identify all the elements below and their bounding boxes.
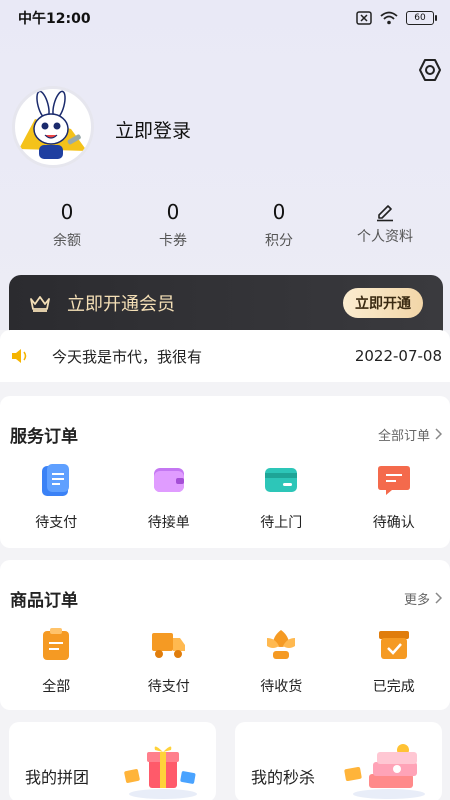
sim-off-icon — [356, 11, 372, 25]
goods-awaiting-receipt[interactable]: 待收货 — [225, 626, 338, 696]
stat-points[interactable]: 0 积分 — [223, 198, 335, 250]
stat-profile[interactable]: 个人资料 — [329, 198, 441, 246]
goods-more-link[interactable]: 更多 — [404, 589, 442, 608]
goods-completed[interactable]: 已完成 — [338, 626, 450, 696]
stat-balance[interactable]: 0 余额 — [11, 198, 123, 250]
battery-icon: 60 — [406, 11, 437, 25]
service-awaiting-visit-label: 待上门 — [260, 515, 303, 531]
points-label: 积分 — [265, 233, 293, 249]
status-icons: 60 — [356, 11, 437, 25]
all-orders-link[interactable]: 全部订单 — [378, 425, 442, 444]
money-stack-icon — [344, 744, 425, 799]
points-value: 0 — [272, 200, 286, 224]
notice-date: 2022-07-08 — [354, 347, 442, 365]
goods-orders-title: 商品订单 — [10, 590, 78, 611]
coupons-label: 卡券 — [159, 233, 187, 249]
service-pending-payment[interactable]: 待支付 — [0, 462, 113, 532]
status-time: 中午12:00 — [18, 11, 91, 27]
status-bar: 中午12:00 60 — [0, 0, 450, 36]
wallet-icon — [153, 468, 184, 492]
wifi-icon — [380, 11, 398, 25]
stat-coupons[interactable]: 0 卡券 — [117, 198, 229, 250]
all-orders-label: 全部订单 — [377, 428, 430, 444]
edit-icon — [377, 205, 393, 222]
service-pending-payment-label: 待支付 — [35, 515, 78, 531]
box-check-icon — [378, 631, 409, 659]
goods-more-label: 更多 — [403, 592, 430, 608]
balance-value: 0 — [60, 200, 74, 224]
speaker-icon — [12, 349, 27, 363]
rabbit-mascot-icon — [19, 90, 87, 159]
flash-sale-title: 我的秒杀 — [251, 768, 316, 787]
service-awaiting-accept-label: 待接单 — [147, 515, 190, 531]
clipboard-icon — [43, 628, 70, 660]
notice-bar[interactable]: 今天我是市代，我很有 2022-07-08 — [0, 330, 450, 382]
goods-pending-payment[interactable]: 待支付 — [113, 626, 226, 696]
account-stats: 0 余额 0 卡券 0 积分 个人资料 — [0, 198, 450, 258]
group-buy-card[interactable]: 我的拼团 — [9, 722, 216, 800]
service-awaiting-visit[interactable]: 待上门 — [225, 462, 338, 532]
profile-label: 个人资料 — [357, 229, 413, 245]
service-awaiting-confirm[interactable]: 待确认 — [338, 462, 450, 532]
flash-sale-card[interactable]: 我的秒杀 — [235, 722, 442, 800]
vip-open-button[interactable]: 立即开通 — [343, 288, 423, 318]
vip-title: 立即开通会员 — [67, 294, 175, 315]
card-icon — [265, 468, 298, 492]
battery-level: 60 — [414, 13, 426, 23]
settings-icon[interactable] — [418, 58, 442, 82]
goods-orders-card: 商品订单 更多 全部 待支付 待收货 已完成 — [0, 560, 450, 710]
service-orders-title: 服务订单 — [10, 426, 78, 447]
service-orders-card: 服务订单 全部订单 待支付 待接单 待上门 待确认 — [0, 396, 450, 548]
crown-icon — [30, 296, 50, 312]
avatar[interactable] — [12, 86, 94, 168]
vip-banner[interactable]: 立即开通会员 立即开通 — [9, 275, 443, 331]
goods-all[interactable]: 全部 — [0, 626, 113, 696]
notice-text: 今天我是市代，我很有 — [52, 347, 203, 366]
chat-icon — [377, 466, 410, 495]
login-link[interactable]: 立即登录 — [115, 116, 191, 143]
goods-all-label: 全部 — [42, 679, 71, 695]
goods-pending-payment-label: 待支付 — [147, 679, 190, 695]
goods-awaiting-receipt-label: 待收货 — [260, 679, 303, 695]
balance-label: 余额 — [53, 233, 81, 249]
service-awaiting-confirm-label: 待确认 — [372, 515, 415, 531]
coupons-value: 0 — [166, 200, 180, 224]
flower-icon — [267, 630, 296, 659]
gift-box-icon — [124, 746, 197, 799]
truck-icon — [151, 633, 185, 658]
doc-icon — [42, 464, 70, 496]
service-awaiting-accept[interactable]: 待接单 — [113, 462, 226, 532]
chevron-right-icon — [435, 428, 442, 440]
group-buy-title: 我的拼团 — [25, 768, 90, 787]
goods-completed-label: 已完成 — [372, 679, 415, 695]
chevron-right-icon — [435, 592, 442, 604]
